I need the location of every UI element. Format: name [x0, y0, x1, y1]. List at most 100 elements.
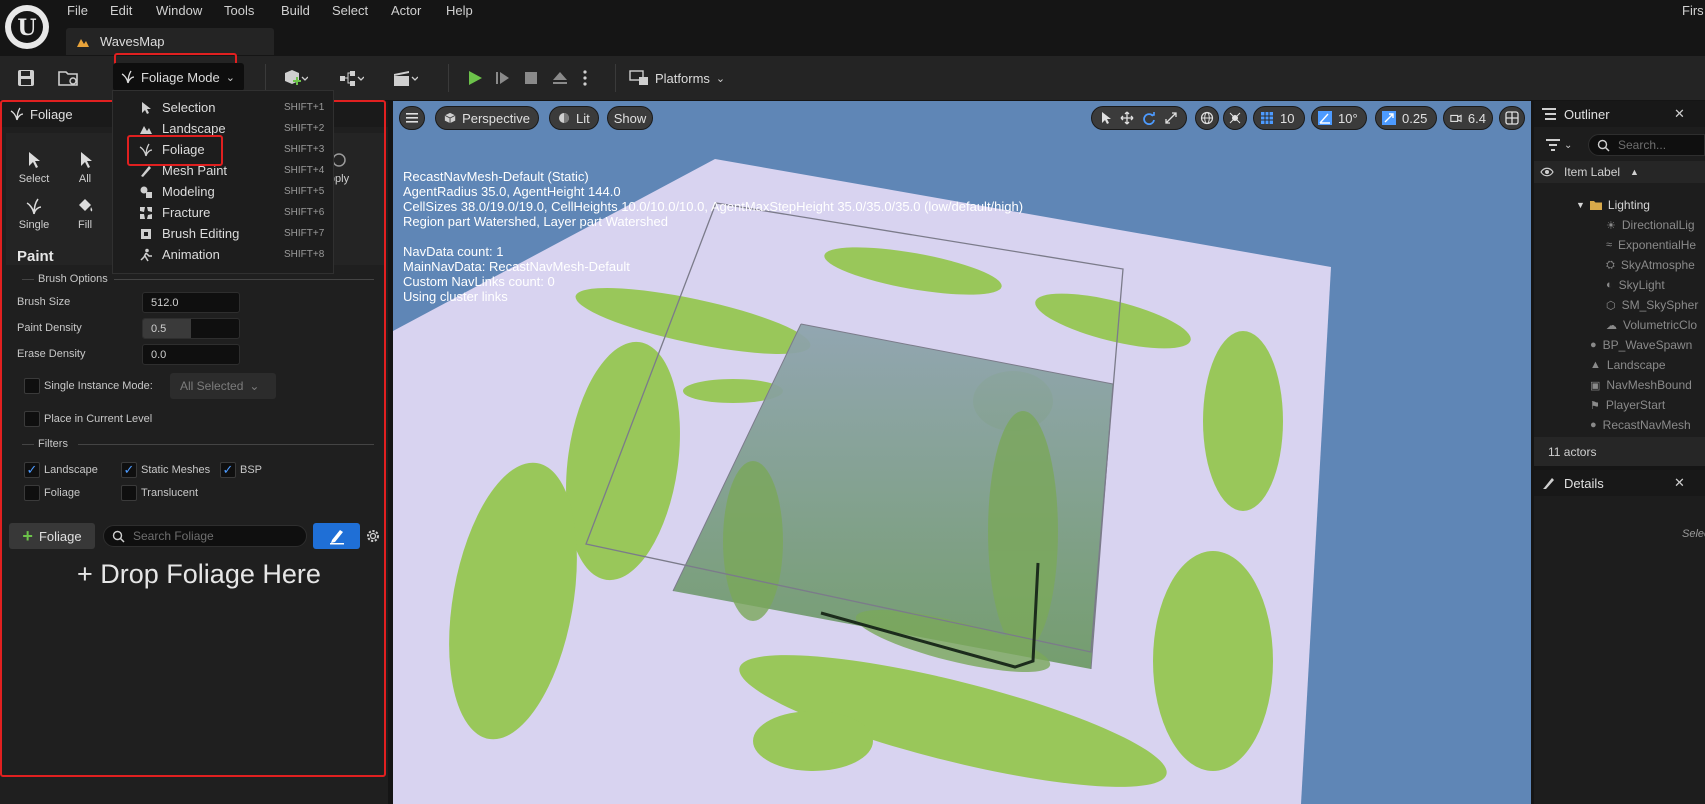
- mode-item-animation[interactable]: Animation SHIFT+8: [113, 244, 335, 265]
- advance-frame-button[interactable]: [492, 65, 514, 91]
- mode-item-label: Brush Editing: [162, 226, 240, 241]
- mode-dropdown-menu: Selection SHIFT+1 Landscape SHIFT+2 Foli…: [112, 90, 334, 274]
- content-browser-icon[interactable]: [56, 66, 82, 90]
- overlay-line: NavData count: 1: [403, 244, 504, 259]
- rotation-snap-button[interactable]: 10°: [1311, 106, 1367, 130]
- outliner-item[interactable]: ⬡ SM_SkySpher: [1534, 295, 1705, 315]
- unreal-logo-icon[interactable]: U: [5, 5, 49, 49]
- toolbar-divider: [448, 64, 449, 92]
- move-icon[interactable]: [1120, 111, 1134, 125]
- outliner-column-header[interactable]: Item Label ▲: [1534, 161, 1705, 183]
- platforms-label: Platforms: [655, 70, 710, 86]
- outliner-search-input[interactable]: Search...: [1588, 134, 1705, 156]
- chevron-down-icon: ⌄: [225, 71, 235, 84]
- outliner-item[interactable]: ◐ SkyLight: [1534, 275, 1705, 295]
- eye-icon: [1540, 167, 1554, 177]
- outliner-column-label: Item Label: [1564, 165, 1621, 179]
- cube-icon: [444, 112, 456, 124]
- transform-tools: [1091, 106, 1187, 130]
- menu-build[interactable]: Build: [281, 3, 310, 18]
- toolbar-divider: [265, 64, 266, 92]
- cinematics-button[interactable]: [386, 65, 424, 91]
- mode-item-label: Fracture: [162, 205, 211, 220]
- overlay-line: Region part Watershed, Layer part Waters…: [403, 214, 668, 229]
- eject-button[interactable]: [549, 65, 571, 91]
- filter-icon: [1546, 139, 1560, 151]
- outliner-folder-lighting[interactable]: ▼ Lighting: [1534, 195, 1705, 215]
- menu-tools[interactable]: Tools: [224, 3, 254, 18]
- selection-icon: [142, 102, 151, 114]
- show-button[interactable]: Show: [607, 106, 653, 130]
- grid-snap-button[interactable]: 10: [1253, 106, 1305, 130]
- scale-snap-button[interactable]: 0.25: [1375, 106, 1437, 130]
- rotate-icon[interactable]: [1142, 111, 1156, 125]
- close-icon[interactable]: ✕: [1674, 475, 1685, 491]
- perspective-button[interactable]: Perspective: [435, 106, 539, 130]
- surface-snap-button[interactable]: [1223, 106, 1247, 130]
- mode-item-label: Selection: [162, 100, 216, 115]
- outliner-item[interactable]: ☀ DirectionalLig: [1534, 215, 1705, 235]
- world-space-button[interactable]: [1195, 106, 1219, 130]
- outliner-item[interactable]: ⚑ PlayerStart: [1534, 395, 1705, 415]
- viewport-layout-button[interactable]: [1499, 106, 1525, 130]
- outliner-search-placeholder: Search...: [1618, 138, 1667, 152]
- mode-dropdown-button[interactable]: Foliage Mode ⌄: [113, 63, 244, 91]
- level-tab[interactable]: WavesMap: [66, 28, 274, 55]
- menu-file[interactable]: File: [67, 3, 88, 18]
- navmesh-icon: ●: [1590, 419, 1597, 431]
- mode-item-shortcut: SHIFT+7: [284, 228, 325, 239]
- overlay-line: CellSizes 38.0/19.0/19.0, CellHeights 10…: [403, 199, 1024, 214]
- landscape-icon: ▲: [1590, 359, 1601, 371]
- menu-help[interactable]: Help: [446, 3, 473, 18]
- play-options-button[interactable]: [578, 65, 592, 91]
- outliner-item[interactable]: ≈ ExponentialHe: [1534, 235, 1705, 255]
- chevron-down-icon: ⌄: [1564, 139, 1573, 151]
- outliner-item-label: Landscape: [1606, 358, 1666, 372]
- lit-sphere-icon: [559, 113, 569, 123]
- select-cursor-icon[interactable]: [1100, 111, 1112, 125]
- outliner-item[interactable]: ☁ VolumetricClo: [1534, 315, 1705, 335]
- show-label: Show: [613, 110, 647, 126]
- outliner-filter-button[interactable]: ⌄: [1546, 135, 1578, 155]
- outliner-item[interactable]: ● BP_WaveSpawn: [1534, 335, 1705, 355]
- platforms-icon: [629, 70, 648, 85]
- menu-window[interactable]: Window: [156, 3, 202, 18]
- scale-icon[interactable]: [1164, 111, 1178, 125]
- perspective-label: Perspective: [462, 110, 530, 126]
- outliner-item[interactable]: ▣ NavMeshBound: [1534, 375, 1705, 395]
- level-viewport[interactable]: Perspective Lit Show 10 10° 0.25 6.4 Rec…: [393, 101, 1531, 804]
- lit-label: Lit: [576, 110, 590, 126]
- menu-select[interactable]: Select: [332, 3, 368, 18]
- mode-item-selection[interactable]: Selection SHIFT+1: [113, 97, 335, 118]
- stop-button[interactable]: [520, 65, 542, 91]
- outliner-item[interactable]: ● RecastNavMesh: [1534, 415, 1705, 435]
- mode-item-modeling[interactable]: Modeling SHIFT+5: [113, 181, 335, 202]
- mode-item-fracture[interactable]: Fracture SHIFT+6: [113, 202, 335, 223]
- clapperboard-icon: [394, 71, 418, 86]
- add-actor-button[interactable]: [276, 65, 314, 91]
- menu-edit[interactable]: Edit: [110, 3, 132, 18]
- outliner-item[interactable]: ⛭ SkyAtmosphe: [1534, 255, 1705, 275]
- play-button[interactable]: [464, 65, 486, 91]
- overlay-line: Custom NavLinks count: 0: [403, 274, 555, 289]
- eject-icon: [553, 72, 567, 84]
- close-icon[interactable]: ✕: [1674, 106, 1685, 122]
- menu-actor[interactable]: Actor: [391, 3, 421, 18]
- save-icon[interactable]: [14, 66, 38, 90]
- stop-icon: [525, 72, 537, 84]
- blueprints-button[interactable]: [332, 65, 370, 91]
- mode-item-label: Landscape: [162, 121, 226, 136]
- chevron-down-icon: ⌄: [715, 72, 726, 85]
- outliner-item[interactable]: ▲ Landscape: [1534, 355, 1705, 375]
- mode-item-brush-editing[interactable]: Brush Editing SHIFT+7: [113, 223, 335, 244]
- lit-button[interactable]: Lit: [549, 106, 599, 130]
- outliner-footer: 11 actors: [1534, 437, 1705, 466]
- details-pencil-icon: [1543, 478, 1554, 489]
- animation-icon: [140, 248, 152, 262]
- outliner-item-label: DirectionalLig: [1621, 218, 1695, 232]
- platforms-button[interactable]: Platforms ⌄: [629, 65, 729, 91]
- viewport-menu-button[interactable]: [399, 106, 425, 130]
- svg-text:U: U: [17, 15, 36, 41]
- camera-speed-button[interactable]: 6.4: [1443, 106, 1493, 130]
- overlay-line: MainNavData: RecastNavMesh-Default: [403, 259, 630, 274]
